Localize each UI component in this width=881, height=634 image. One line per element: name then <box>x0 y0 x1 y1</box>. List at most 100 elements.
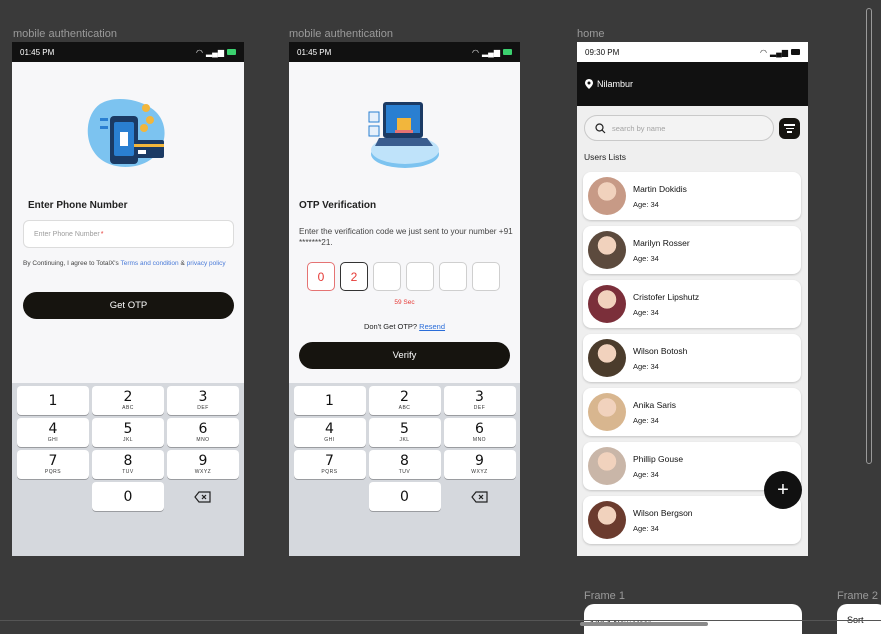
user-card[interactable]: Wilson Bergson Age: 34 <box>583 496 801 544</box>
key-digit: 7 <box>48 453 58 469</box>
keypad-key[interactable]: 9 WXYZ <box>167 450 239 479</box>
user-card[interactable]: Anika Saris Age: 34 <box>583 388 801 436</box>
keypad-key[interactable]: 2 ABC <box>92 386 164 415</box>
keypad-key[interactable]: 3 DEF <box>443 386 516 415</box>
location-header[interactable]: Nilambur <box>577 62 808 106</box>
add-user-button[interactable]: + <box>764 471 802 509</box>
avatar <box>588 501 626 539</box>
user-card[interactable]: Marilyn Rosser Age: 34 <box>583 226 801 274</box>
key-letters: ABC <box>122 405 134 411</box>
keypad-key[interactable]: 2 ABC <box>368 386 441 415</box>
verify-button[interactable]: Verify <box>299 342 510 369</box>
status-icons: ◠ ▂▄▆ <box>196 48 236 57</box>
sort-frame: Sort <box>837 604 881 634</box>
keypad-row: 7 PQRS 8 TUV 9 WXYZ <box>291 450 518 479</box>
signal-icon: ▂▄▆ <box>206 47 224 57</box>
resend-link[interactable]: Resend <box>419 322 445 331</box>
search-placeholder: search by name <box>612 123 666 133</box>
key-digit: 2 <box>123 389 133 405</box>
status-bar: 01:45 PM ◠ ▂▄▆ <box>289 42 520 62</box>
page-title: Enter Phone Number <box>28 200 128 211</box>
keypad-row: 4 GHI 5 JKL 6 MNO <box>291 418 518 447</box>
otp-digit-box[interactable]: 0 <box>307 262 335 291</box>
status-icons: ◠ ▂▄▆ <box>760 48 800 57</box>
get-otp-button[interactable]: Get OTP <box>23 292 234 319</box>
avatar <box>588 231 626 269</box>
terms-text: By Continuing, I agree to TotalX's Terms… <box>23 259 235 268</box>
vertical-scrollbar[interactable] <box>866 8 872 464</box>
avatar <box>588 285 626 323</box>
phone-card-illustration <box>87 98 165 167</box>
frame-label[interactable]: Frame 2 <box>837 590 878 602</box>
keypad-key[interactable]: 4 GHI <box>17 418 89 447</box>
user-card[interactable]: Martin Dokidis Age: 34 <box>583 172 801 220</box>
frame-label[interactable]: mobile authentication <box>289 28 393 40</box>
avatar <box>588 177 626 215</box>
key-digit: 1 <box>48 392 58 409</box>
keypad-key[interactable]: 8 TUV <box>368 450 441 479</box>
keypad-key[interactable]: 7 PQRS <box>293 450 366 479</box>
otp-digit-box[interactable] <box>439 262 467 291</box>
user-info: Phillip Gouse Age: 34 <box>633 454 683 479</box>
user-name: Martin Dokidis <box>633 183 687 194</box>
signal-icon: ▂▄▆ <box>482 47 500 57</box>
key-digit: 0 <box>400 488 409 505</box>
frame-label[interactable]: home <box>577 28 605 40</box>
backspace-key[interactable] <box>444 482 516 511</box>
backspace-key[interactable] <box>167 482 239 511</box>
otp-input-group: 02 <box>307 262 500 291</box>
phone-number-input[interactable]: Enter Phone Number * <box>23 220 234 248</box>
frame-label[interactable]: mobile authentication <box>13 28 117 40</box>
otp-description: Enter the verification code we just sent… <box>299 227 513 247</box>
keypad-key[interactable]: 5 JKL <box>368 418 441 447</box>
keypad-key[interactable]: 3 DEF <box>167 386 239 415</box>
keypad-row: 1 2 ABC 3 DEF <box>14 386 242 415</box>
phone-auth-screen: 01:45 PM ◠ ▂▄▆ Enter Phone Number Enter … <box>12 42 244 556</box>
keypad-key[interactable]: 1 <box>293 386 366 415</box>
keypad-key[interactable]: 0 <box>92 482 164 511</box>
horizontal-scrollbar[interactable] <box>580 622 708 626</box>
keypad-key[interactable]: 8 TUV <box>92 450 164 479</box>
user-age: Age: 34 <box>633 415 659 425</box>
user-age: Age: 34 <box>633 361 659 371</box>
frame-label[interactable]: Frame 1 <box>584 590 625 602</box>
canvas-divider <box>0 620 881 621</box>
otp-digit-box[interactable] <box>406 262 434 291</box>
key-digit: 5 <box>400 421 409 437</box>
user-name: Marilyn Rosser <box>633 237 690 248</box>
keypad-key[interactable]: 9 WXYZ <box>443 450 516 479</box>
page-title: OTP Verification <box>299 200 377 211</box>
key-digit: 3 <box>475 389 484 405</box>
otp-digit-box[interactable] <box>373 262 401 291</box>
keypad-key[interactable]: 4 GHI <box>293 418 366 447</box>
keypad-key[interactable]: 7 PQRS <box>17 450 89 479</box>
keypad-key[interactable]: 1 <box>17 386 89 415</box>
keypad-key[interactable]: 6 MNO <box>167 418 239 447</box>
user-info: Marilyn Rosser Age: 34 <box>633 238 690 263</box>
status-bar: 09:30 PM ◠ ▂▄▆ <box>577 42 808 62</box>
filter-icon-line <box>785 127 794 130</box>
user-card[interactable]: Wilson Botosh Age: 34 <box>583 334 801 382</box>
filter-button[interactable] <box>779 118 800 139</box>
key-digit: 4 <box>48 421 58 437</box>
key-digit: 8 <box>400 453 409 469</box>
privacy-link[interactable]: privacy policy <box>187 260 226 267</box>
keypad-key[interactable]: 5 JKL <box>92 418 164 447</box>
home-screen: 09:30 PM ◠ ▂▄▆ Nilambur search by name U… <box>577 42 808 556</box>
filter-icon-line <box>787 131 792 133</box>
user-name: Cristofer Lipshutz <box>633 291 700 302</box>
status-bar: 01:45 PM ◠ ▂▄▆ <box>12 42 244 62</box>
key-digit: 1 <box>325 392 334 409</box>
otp-digit-box[interactable] <box>472 262 500 291</box>
key-digit: 9 <box>475 453 484 469</box>
terms-link[interactable]: Terms and condition <box>120 260 178 267</box>
key-letters: ABC <box>398 405 411 411</box>
search-input[interactable]: search by name <box>584 115 774 141</box>
numeric-keypad: 1 2 ABC 3 DEF 4 GHI 5 JKL 6 MNO 7 PQRS 8 TUV 9 WXYZ 0 <box>12 383 244 556</box>
keypad-row: 0 <box>291 482 518 511</box>
otp-digit-box[interactable]: 2 <box>340 262 368 291</box>
keypad-key[interactable]: 0 <box>368 482 441 511</box>
key-letters: GHI <box>324 437 335 443</box>
keypad-key[interactable]: 6 MNO <box>443 418 516 447</box>
user-card[interactable]: Cristofer Lipshutz Age: 34 <box>583 280 801 328</box>
